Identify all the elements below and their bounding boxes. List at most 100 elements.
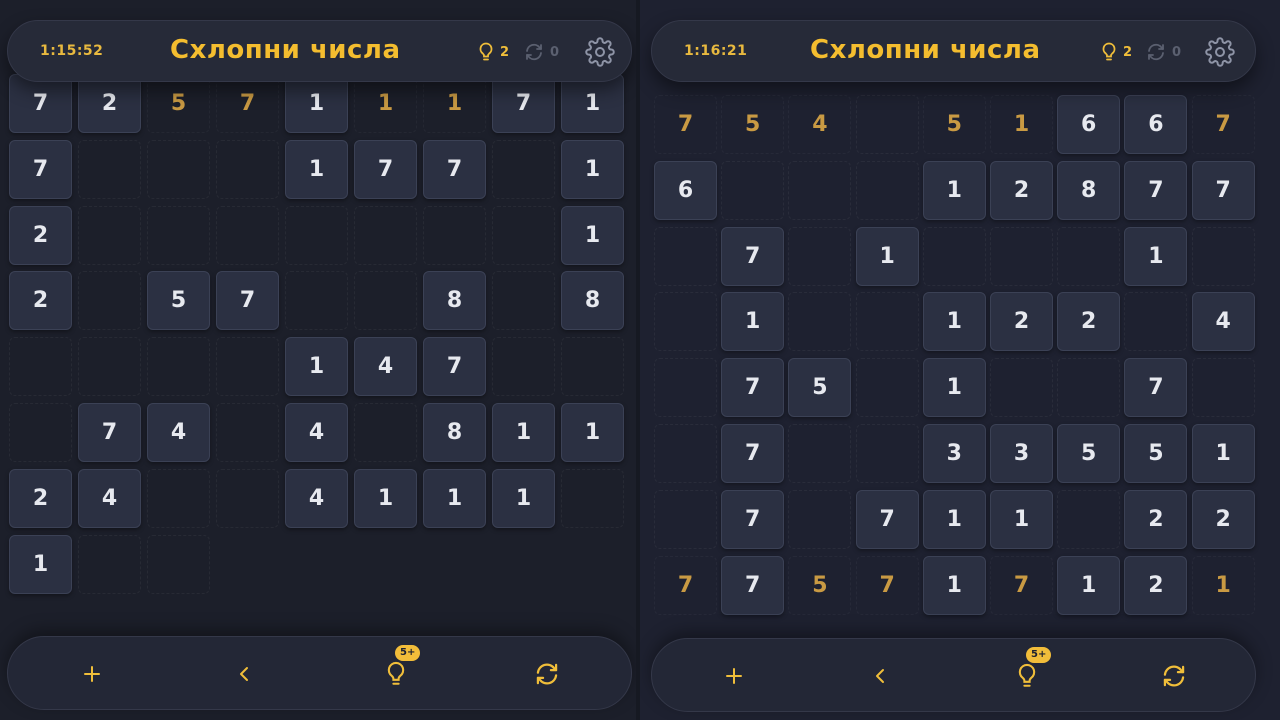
number-tile[interactable]: 1 bbox=[285, 74, 348, 133]
number-tile[interactable]: 8 bbox=[423, 271, 486, 331]
plus-icon bbox=[726, 668, 742, 684]
number-tile[interactable]: 2 bbox=[9, 205, 72, 265]
number-tile[interactable]: 8 bbox=[423, 403, 486, 462]
lightbulb-icon bbox=[1018, 663, 1036, 687]
number-tile[interactable]: 2 bbox=[990, 292, 1053, 352]
number-tile[interactable]: 6 bbox=[1057, 95, 1121, 154]
number-tile[interactable]: 7 bbox=[423, 139, 486, 199]
number-tile[interactable]: 4 bbox=[147, 403, 210, 462]
number-tile[interactable]: 2 bbox=[9, 468, 72, 528]
hint-button[interactable]: 5+ bbox=[379, 645, 421, 691]
number-tile[interactable]: 1 bbox=[354, 468, 417, 528]
number-tile[interactable]: 6 bbox=[1124, 95, 1188, 154]
chevron-left-icon bbox=[876, 669, 884, 683]
number-tile[interactable]: 6 bbox=[654, 160, 717, 220]
number-tile[interactable]: 7 bbox=[1124, 358, 1188, 418]
undo-button[interactable] bbox=[863, 659, 897, 693]
number-tile[interactable]: 1 bbox=[922, 292, 986, 352]
number-tile[interactable]: 1 bbox=[1191, 424, 1255, 483]
number-tile[interactable]: 4 bbox=[78, 468, 141, 528]
number-tile[interactable]: 1 bbox=[285, 337, 348, 397]
number-tile[interactable]: 1 bbox=[922, 358, 986, 418]
number-tile[interactable]: 1 bbox=[285, 139, 348, 199]
number-tile[interactable]: 7 bbox=[9, 139, 72, 199]
empty-cell bbox=[9, 403, 72, 462]
number-tile[interactable]: 2 bbox=[1191, 489, 1255, 549]
add-numbers-button[interactable] bbox=[75, 657, 109, 691]
number-tile[interactable]: 7 bbox=[721, 358, 785, 418]
cleared-number-cell: 7 bbox=[216, 74, 279, 133]
number-tile[interactable]: 8 bbox=[561, 271, 624, 331]
number-tile[interactable]: 1 bbox=[423, 468, 486, 528]
number-tile[interactable]: 2 bbox=[9, 271, 72, 331]
refresh-icon bbox=[1163, 665, 1185, 687]
number-tile[interactable]: 5 bbox=[1057, 424, 1121, 483]
shuffles-count: 0 bbox=[1172, 44, 1182, 60]
number-tile[interactable]: 5 bbox=[147, 271, 210, 331]
number-tile[interactable]: 2 bbox=[1124, 489, 1188, 549]
settings-button[interactable] bbox=[1205, 37, 1235, 67]
empty-cell bbox=[492, 205, 555, 265]
number-tile[interactable]: 1 bbox=[855, 226, 919, 286]
game-panel-left: 7257111717177121257881477448112441111 1:… bbox=[0, 0, 636, 720]
number-tile[interactable]: 3 bbox=[990, 424, 1053, 483]
number-tile[interactable]: 1 bbox=[561, 205, 624, 265]
plus-icon bbox=[84, 666, 100, 682]
settings-button[interactable] bbox=[585, 37, 615, 67]
empty-cell bbox=[216, 403, 279, 462]
number-tile[interactable]: 2 bbox=[1057, 292, 1121, 352]
number-tile[interactable]: 7 bbox=[1191, 160, 1255, 220]
cleared-number-cell: 1 bbox=[990, 95, 1053, 154]
hint-button[interactable]: 5+ bbox=[1010, 647, 1052, 693]
number-tile[interactable]: 1 bbox=[922, 489, 986, 549]
number-tile[interactable]: 1 bbox=[1124, 226, 1188, 286]
number-tile[interactable]: 7 bbox=[78, 403, 141, 462]
empty-cell bbox=[78, 205, 141, 265]
number-tile[interactable]: 1 bbox=[561, 74, 624, 133]
cleared-number-cell: 5 bbox=[721, 95, 785, 154]
empty-cell bbox=[990, 226, 1053, 286]
number-tile[interactable]: 7 bbox=[423, 337, 486, 397]
number-tile[interactable]: 7 bbox=[216, 271, 279, 331]
add-numbers-button[interactable] bbox=[717, 659, 751, 693]
number-tile[interactable]: 1 bbox=[922, 555, 986, 615]
number-tile[interactable]: 5 bbox=[1124, 424, 1188, 483]
number-tile[interactable]: 4 bbox=[354, 337, 417, 397]
number-tile[interactable]: 7 bbox=[721, 424, 785, 483]
game-panel-right: 7545166761287771111224751773355177112277… bbox=[640, 0, 1280, 720]
empty-cell bbox=[561, 468, 624, 528]
number-tile[interactable]: 7 bbox=[721, 555, 785, 615]
number-tile[interactable]: 8 bbox=[1057, 160, 1121, 220]
number-tile[interactable]: 4 bbox=[1191, 292, 1255, 352]
number-tile[interactable]: 1 bbox=[492, 403, 555, 462]
number-tile[interactable]: 7 bbox=[721, 226, 785, 286]
number-tile[interactable]: 1 bbox=[492, 468, 555, 528]
number-tile[interactable]: 4 bbox=[285, 468, 348, 528]
game-title: Схлопни числа bbox=[170, 35, 401, 65]
undo-button[interactable] bbox=[227, 657, 261, 691]
number-tile[interactable]: 7 bbox=[721, 489, 785, 549]
number-tile[interactable]: 2 bbox=[1124, 555, 1188, 615]
hints-count: 2 bbox=[500, 44, 510, 60]
number-tile[interactable]: 1 bbox=[922, 160, 986, 220]
number-tile[interactable]: 1 bbox=[9, 534, 72, 594]
cleared-number-cell: 1 bbox=[423, 74, 486, 133]
empty-cell bbox=[654, 292, 717, 352]
number-tile[interactable]: 1 bbox=[990, 489, 1053, 549]
number-tile[interactable]: 7 bbox=[855, 489, 919, 549]
number-tile[interactable]: 7 bbox=[354, 139, 417, 199]
number-tile[interactable]: 2 bbox=[990, 160, 1053, 220]
number-tile[interactable]: 1 bbox=[1057, 555, 1121, 615]
shuffle-button[interactable] bbox=[530, 657, 564, 691]
number-tile[interactable]: 4 bbox=[285, 403, 348, 462]
shuffle-button[interactable] bbox=[1157, 659, 1191, 693]
number-tile[interactable]: 7 bbox=[1124, 160, 1188, 220]
number-tile[interactable]: 7 bbox=[9, 74, 72, 133]
number-tile[interactable]: 1 bbox=[561, 139, 624, 199]
number-tile[interactable]: 5 bbox=[788, 358, 852, 418]
number-tile[interactable]: 7 bbox=[492, 74, 555, 133]
number-tile[interactable]: 1 bbox=[721, 292, 785, 352]
number-tile[interactable]: 2 bbox=[78, 74, 141, 133]
number-tile[interactable]: 3 bbox=[922, 424, 986, 483]
number-tile[interactable]: 1 bbox=[561, 403, 624, 462]
